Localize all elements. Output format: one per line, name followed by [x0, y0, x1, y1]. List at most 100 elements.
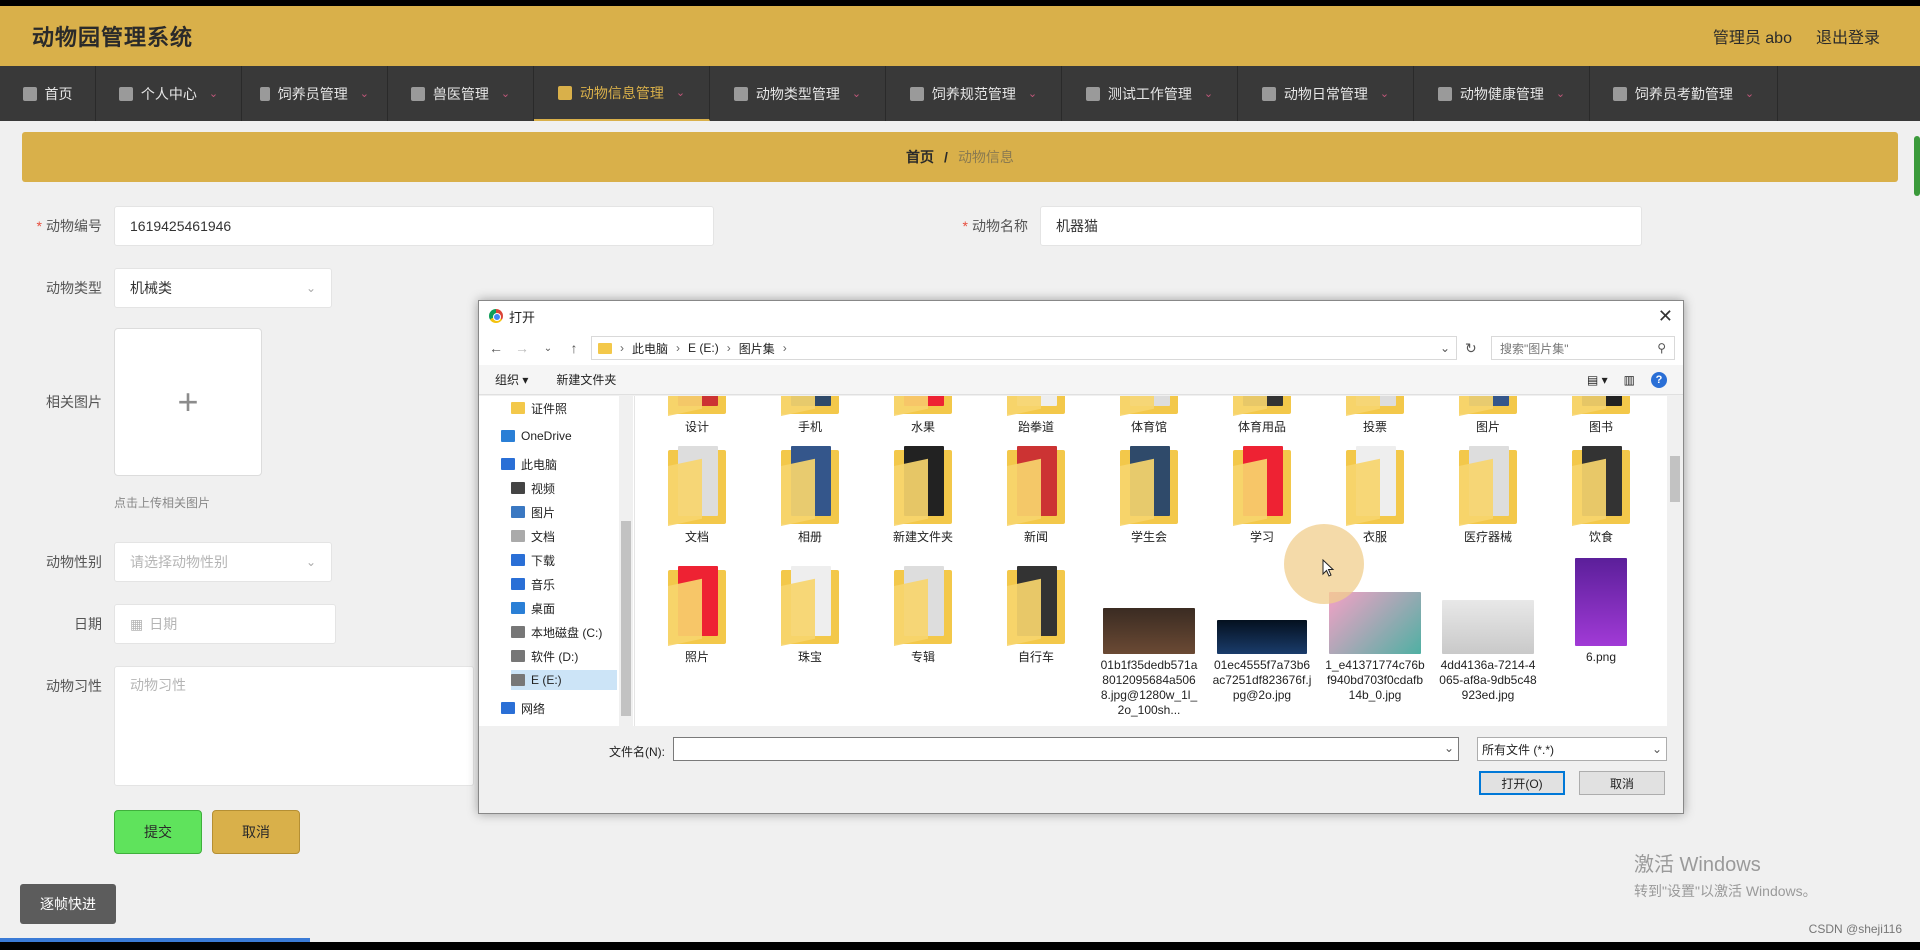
video-progress-bar[interactable] [0, 938, 310, 942]
folder-icon [1233, 396, 1291, 416]
frame-step-button[interactable]: 逐帧快进 [20, 884, 116, 924]
image-file-item[interactable]: 6.png [1551, 558, 1651, 665]
folder-item[interactable]: 新建文件夹 [873, 446, 973, 545]
date-input[interactable]: ▦ 日期 [114, 604, 336, 644]
recent-locations-icon[interactable]: ⌄ [539, 343, 557, 354]
folder-item[interactable]: 照片 [647, 566, 747, 665]
folder-item[interactable]: 文档 [647, 446, 747, 545]
cancel-button[interactable]: 取消 [212, 810, 300, 854]
tree-item[interactable]: OneDrive [501, 426, 617, 446]
folder-item[interactable]: 设计 [647, 396, 747, 435]
folder-item[interactable]: 跆拳道 [986, 396, 1086, 435]
folder-item[interactable]: 学习 [1212, 446, 1312, 545]
tree-item[interactable]: 软件 (D:) [511, 646, 617, 666]
tree-item[interactable]: 音乐 [511, 574, 617, 594]
plus-icon: + [177, 381, 199, 422]
tree-item[interactable]: 桌面 [511, 598, 617, 618]
nav-item[interactable]: 饲养员考勤管理 ⌄ [1590, 66, 1778, 121]
gender-placeholder: 请选择动物性别 [130, 554, 228, 570]
file-open-dialog: 打开 ✕ ← → ⌄ ↑ › 此电脑 › E (E:) › 图片集 › ⌄ ↻ 搜索"… [478, 300, 1684, 814]
breadcrumb-home[interactable]: 首页 [906, 147, 934, 167]
folder-item[interactable]: 相册 [760, 446, 860, 545]
folder-item[interactable]: 图书 [1551, 396, 1651, 435]
folder-item[interactable]: 医疗器械 [1438, 446, 1538, 545]
chevron-down-icon[interactable]: ⌄ [1444, 741, 1454, 755]
habit-textarea[interactable]: 动物习性 [114, 666, 474, 786]
tree-scrollbar[interactable] [619, 396, 633, 726]
gender-select[interactable]: 请选择动物性别 ⌄ [114, 542, 332, 582]
image-file-item[interactable]: 1_e41371774c76bf940bd703f0cdafb14b_0.jpg [1325, 592, 1425, 703]
image-file-item[interactable]: 4dd4136a-7214-4065-af8a-9db5c48923ed.jpg [1438, 600, 1538, 703]
view-options-icon[interactable]: ▤ ▾ [1587, 373, 1608, 387]
new-folder-button[interactable]: 新建文件夹 [556, 371, 616, 388]
preview-pane-icon[interactable]: ▥ [1624, 373, 1635, 387]
folder-item[interactable]: 体育用品 [1212, 396, 1312, 435]
nav-item[interactable]: 饲养员管理 ⌄ [242, 66, 388, 121]
folder-item[interactable]: 体育馆 [1099, 396, 1199, 435]
nav-item[interactable]: 动物类型管理 ⌄ [710, 66, 886, 121]
filetype-select[interactable]: 所有文件 (*.*) ⌄ [1477, 737, 1667, 761]
tree-item[interactable]: E (E:) [511, 670, 617, 690]
folder-icon [1346, 396, 1404, 416]
folder-item[interactable]: 珠宝 [760, 566, 860, 665]
tree-item[interactable]: 网络 [501, 698, 617, 718]
folder-item[interactable]: 图片 [1438, 396, 1538, 435]
folder-item[interactable]: 自行车 [986, 566, 1086, 665]
address-path[interactable]: › 此电脑 › E (E:) › 图片集 › ⌄ [591, 336, 1457, 360]
dialog-cancel-button[interactable]: 取消 [1579, 771, 1665, 795]
type-select[interactable]: 机械类 ⌄ [114, 268, 332, 308]
image-file-item[interactable]: 01b1f35dedb571a8012095684a5068.jpg@1280w… [1099, 608, 1199, 718]
nav-item[interactable]: 饲养规范管理 ⌄ [886, 66, 1062, 121]
nav-item[interactable]: 测试工作管理 ⌄ [1062, 66, 1238, 121]
nav-item[interactable]: 兽医管理 ⌄ [388, 66, 534, 121]
back-arrow-icon[interactable]: ← [487, 340, 505, 356]
document-icon [511, 530, 525, 542]
nav-item[interactable]: 首页 [0, 66, 96, 121]
open-button[interactable]: 打开(O) [1479, 771, 1565, 795]
tree-item[interactable]: 此电脑 [501, 454, 617, 474]
submit-button[interactable]: 提交 [114, 810, 202, 854]
filename-input[interactable]: ⌄ [673, 737, 1459, 761]
folder-item[interactable]: 饮食 [1551, 446, 1651, 545]
tree-item[interactable]: 证件照 [511, 398, 617, 418]
folder-search-input[interactable]: 搜索"图片集" ⚲ [1491, 336, 1675, 360]
help-icon[interactable]: ? [1651, 371, 1667, 388]
image-thumbnail [1329, 592, 1421, 654]
folder-item[interactable]: 手机 [760, 396, 860, 435]
path-crumb-drive[interactable]: E (E:) › [688, 341, 731, 355]
up-arrow-icon[interactable]: ↑ [565, 340, 583, 356]
tree-item[interactable]: 视频 [511, 478, 617, 498]
tree-item[interactable]: 图片 [511, 502, 617, 522]
animal-no-input[interactable]: 1619425461946 [114, 206, 714, 246]
folder-icon [1007, 566, 1065, 646]
tree-item-label: 下载 [531, 553, 556, 568]
path-crumb-pc[interactable]: 此电脑 › [632, 340, 680, 357]
image-file-item[interactable]: 01ec4555f7a73b6ac7251df823676f.jpg@2o.jp… [1212, 620, 1312, 703]
image-upload[interactable]: + [114, 328, 262, 476]
nav-item[interactable]: 动物信息管理 ⌄ [534, 66, 710, 121]
logout-link[interactable]: 退出登录 [1816, 24, 1880, 48]
page-scroll-indicator[interactable] [1914, 136, 1920, 196]
dialog-body: 证件照 OneDrive 此电脑 视频 图片 文档 下载 音乐 桌面 本地磁盘 (C:) 软件 (D… [479, 396, 1683, 726]
folder-item[interactable]: 投票 [1325, 396, 1425, 435]
tree-item[interactable]: 下载 [511, 550, 617, 570]
forward-arrow-icon[interactable]: → [513, 340, 531, 356]
chevron-down-icon: ⌄ [1744, 88, 1755, 100]
nav-item[interactable]: 动物健康管理 ⌄ [1414, 66, 1590, 121]
admin-label[interactable]: 管理员 abo [1713, 24, 1792, 48]
file-list-scrollbar[interactable] [1667, 396, 1683, 726]
close-icon[interactable]: ✕ [1658, 306, 1673, 327]
tree-item[interactable]: 本地磁盘 (C:) [511, 622, 617, 642]
path-crumb-folder[interactable]: 图片集 › [739, 340, 787, 357]
folder-item[interactable]: 新闻 [986, 446, 1086, 545]
animal-name-input[interactable]: 机器猫 [1040, 206, 1642, 246]
refresh-icon[interactable]: ↻ [1465, 340, 1483, 357]
folder-item[interactable]: 学生会 [1099, 446, 1199, 545]
nav-item[interactable]: 动物日常管理 ⌄ [1238, 66, 1414, 121]
nav-item[interactable]: 个人中心 ⌄ [96, 66, 242, 121]
tree-item[interactable]: 文档 [511, 526, 617, 546]
organize-menu[interactable]: 组织 ▾ [495, 371, 528, 388]
folder-item[interactable]: 专辑 [873, 566, 973, 665]
chevron-down-icon[interactable]: ⌄ [1440, 341, 1450, 355]
folder-item[interactable]: 水果 [873, 396, 973, 435]
